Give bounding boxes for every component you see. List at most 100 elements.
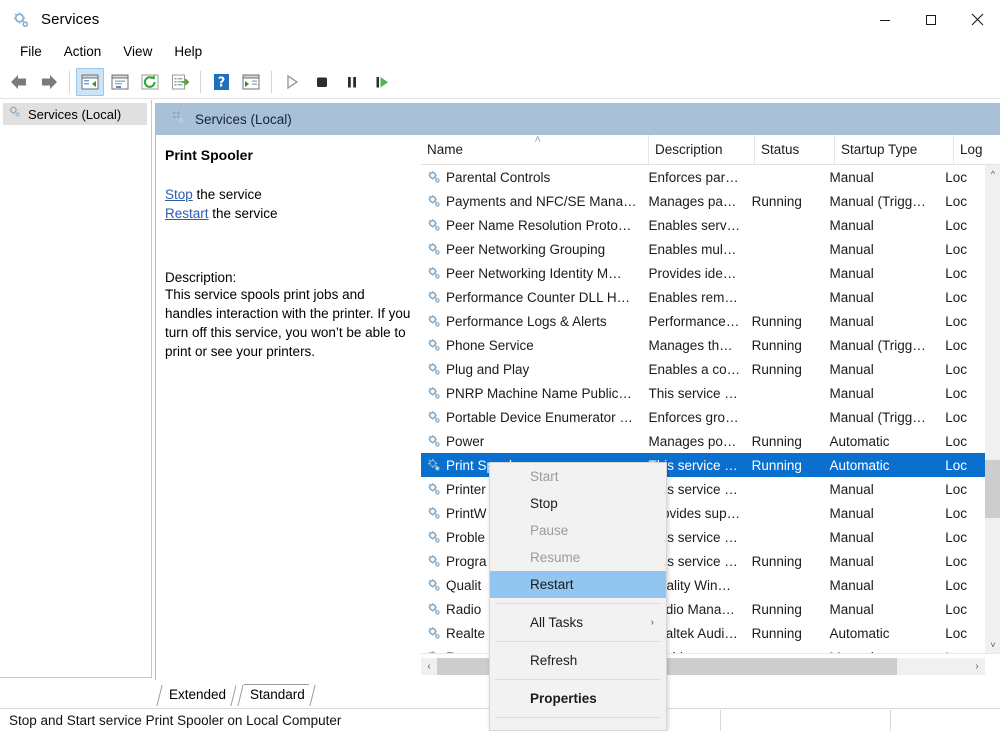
back-button[interactable] [5,68,33,96]
cell-status: Running [751,457,802,473]
cell-name: PNRP Machine Name Public… [421,385,643,401]
column-header-label: Startup Type [841,142,918,157]
stop-service-link[interactable]: Stop [165,187,193,202]
scroll-down-icon[interactable]: ˅ [985,636,1000,653]
restart-service-link-suffix: the service [208,206,278,221]
tab-standard[interactable]: Standard [236,682,317,708]
scroll-right-icon[interactable]: › [969,658,985,675]
cell-description: Provides ide… [648,265,737,281]
action-pane-button[interactable] [237,68,265,96]
context-menu-item-help[interactable]: Help [490,723,666,731]
menu-file[interactable]: File [10,41,52,63]
column-header-description[interactable]: Description [649,135,755,165]
cell-startup-type: Manual [829,289,874,305]
cell-name: Peer Networking Grouping [421,241,643,257]
maximize-icon[interactable] [908,0,954,39]
service-name-text: Realte [446,625,486,641]
cell-startup-type: Automatic [829,625,890,641]
context-menu-item-restart[interactable]: Restart [490,571,666,598]
pane-header-label: Services (Local) [195,111,292,127]
table-row[interactable]: Payments and NFC/SE Mana… Manages pa… Runn… [421,189,985,213]
console-tree-pane: Services (Local) [0,100,152,678]
cell-startup-type: Manual [829,481,874,497]
status-bar-separator [720,710,721,731]
close-icon[interactable] [954,0,1000,39]
question-mark-help-button[interactable]: ? [207,68,235,96]
cell-status: Running [751,433,802,449]
sidebar-item-services-local[interactable]: Services (Local) [3,103,147,125]
start-service-button[interactable] [278,68,306,96]
vertical-scrollbar-thumb[interactable] [985,460,1000,518]
title-bar: Services [0,0,1000,39]
context-menu-item-resume: Resume [490,544,666,571]
cell-log-on-as: Loc [945,505,967,521]
table-row[interactable]: Peer Name Resolution Proto… Enables serv…… [421,213,985,237]
cell-startup-type: Manual [829,553,874,569]
status-bar-text: Stop and Start service Print Spooler on … [9,712,342,728]
cell-status: Running [751,313,802,329]
cell-log-on-as: Loc [945,529,967,545]
table-row[interactable]: Plug and Play Enables a co… Running Manual L… [421,357,985,381]
table-row[interactable]: Peer Networking Identity M… Provides ide…… [421,261,985,285]
menu-view[interactable]: View [113,41,162,63]
context-menu-item-refresh[interactable]: Refresh [490,647,666,674]
context-menu-item-all-tasks[interactable]: All Tasks › [490,609,666,636]
cell-description: Enables mul… [648,241,737,257]
cell-startup-type: Manual [829,313,874,329]
table-row[interactable]: Performance Logs & Alerts Performance… Run… [421,309,985,333]
cell-status: Running [751,337,802,353]
table-row[interactable]: Performance Counter DLL H… Enables rem… Ma… [421,285,985,309]
cell-name: Power [421,433,643,449]
table-row[interactable]: Parental Controls Enforces par… Manual Loc [421,165,985,189]
table-row[interactable]: Portable Device Enumerator … Enforces gro… [421,405,985,429]
cell-description: Manages po… [648,433,737,449]
menu-action[interactable]: Action [54,41,112,63]
vertical-scrollbar[interactable]: ^ ˅ [985,165,1000,653]
cell-startup-type: Manual [829,385,874,401]
menu-separator [495,717,661,718]
cell-description: This service … [648,385,738,401]
stop-service-button[interactable] [308,68,336,96]
export-list-button[interactable] [166,68,194,96]
column-header-startup-type[interactable]: Startup Type [835,135,954,165]
table-row[interactable]: Peer Networking Grouping Enables mul… Manu… [421,237,985,261]
services-window: Services File Action View Help ? Service… [0,0,1000,731]
service-detail-panel: Print Spooler Stop the service Restart t… [156,135,421,680]
restart-service-button[interactable] [368,68,396,96]
minimize-icon[interactable] [862,0,908,39]
context-menu-item-label: Resume [530,550,581,565]
menu-help[interactable]: Help [164,41,212,63]
context-menu-item-stop[interactable]: Stop [490,490,666,517]
cell-startup-type: Manual [829,241,874,257]
context-menu-item-label: Start [530,469,559,484]
properties-window-button[interactable] [106,68,134,96]
stop-service-link-row: Stop the service [165,185,411,204]
context-menu-item-properties[interactable]: Properties [490,685,666,712]
column-header-status[interactable]: Status [755,135,835,165]
table-row[interactable]: PNRP Machine Name Public… This service … M… [421,381,985,405]
scroll-up-icon[interactable]: ^ [985,165,1000,182]
cell-log-on-as: Loc [945,313,967,329]
context-menu: Start Stop Pause Resume Restart All Tasks › Ref… [489,462,667,731]
pause-service-button[interactable] [338,68,366,96]
refresh-button[interactable] [136,68,164,96]
cell-description: Enforces gro… [648,409,739,425]
description-label: Description: [165,270,237,285]
restart-service-link[interactable]: Restart [165,206,209,221]
column-header-log-on-as[interactable]: Log [954,135,1000,165]
table-row[interactable]: Power Manages po… Running Automatic Loc [421,429,985,453]
service-name-text: Proble [446,529,486,545]
cell-description: Enables rem… [648,289,738,305]
cell-log-on-as: Loc [945,361,967,377]
service-name-text: Plug and Play [446,361,530,377]
restart-service-link-row: Restart the service [165,204,411,223]
scroll-left-icon[interactable]: ‹ [421,658,437,675]
cell-log-on-as: Loc [945,289,967,305]
console-tree-button[interactable] [76,67,104,96]
forward-button[interactable] [35,68,63,96]
cell-startup-type: Manual (Trigg… [829,193,926,209]
column-header-name[interactable]: ˄ Name [421,135,649,165]
table-row[interactable]: Phone Service Manages th… Running Manual (T… [421,333,985,357]
tab-extended[interactable]: Extended [155,682,238,708]
page-title: Print Spooler [165,147,253,163]
